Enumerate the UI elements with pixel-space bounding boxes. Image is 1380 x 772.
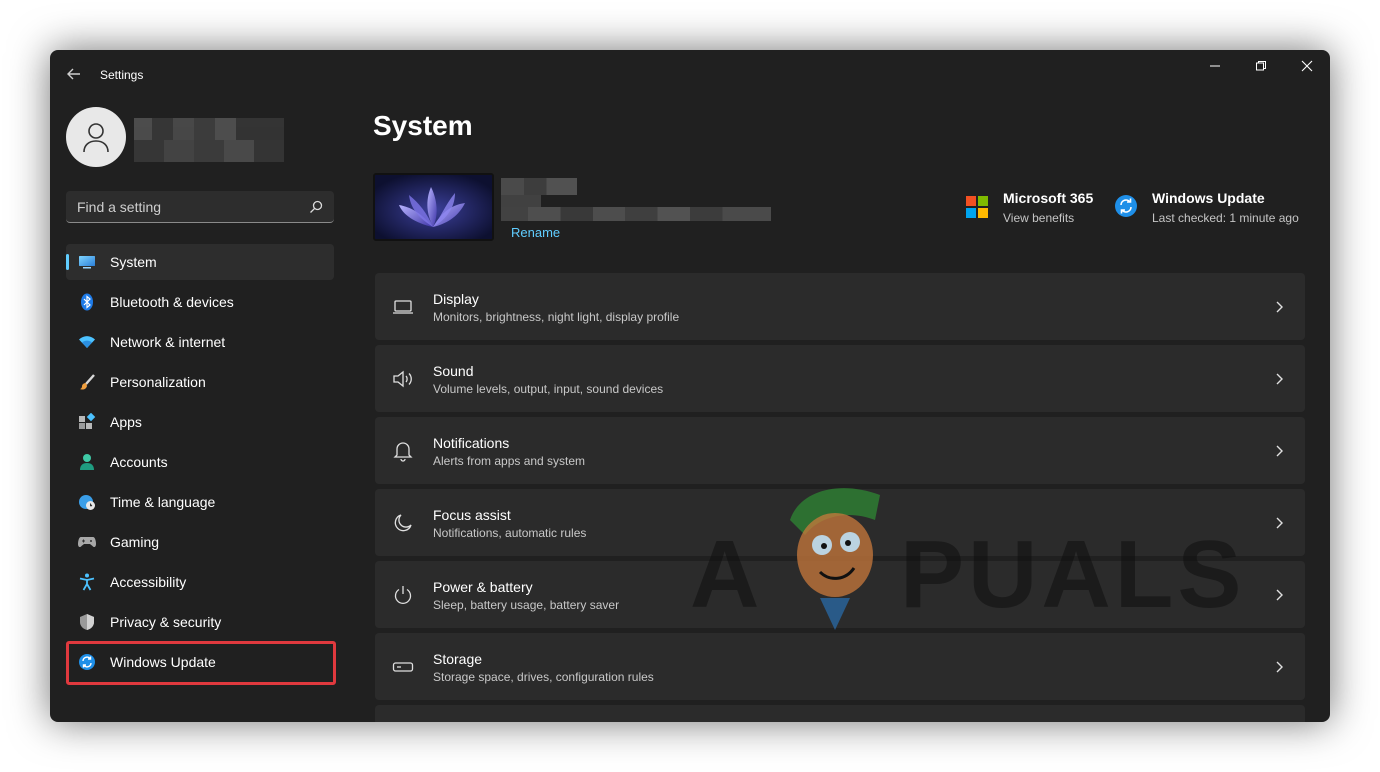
- close-button[interactable]: [1284, 56, 1330, 76]
- card-title: Storage: [433, 651, 483, 667]
- sidebar-item-label: Gaming: [110, 534, 160, 550]
- sidebar-item-bluetooth[interactable]: Bluetooth & devices: [66, 284, 334, 320]
- sync-icon: [1115, 195, 1137, 217]
- windows-update-subtitle: Last checked: 1 minute ago: [1152, 211, 1299, 225]
- person-icon: [83, 123, 109, 153]
- windows-update-title: Windows Update: [1152, 190, 1265, 206]
- settings-card-list: Display Monitors, brightness, night ligh…: [375, 273, 1305, 722]
- microsoft-365-tile[interactable]: Microsoft 365 View benefits: [964, 188, 1104, 232]
- sidebar-item-label: Windows Update: [110, 654, 216, 670]
- card-storage[interactable]: Storage Storage space, drives, configura…: [375, 633, 1305, 700]
- bloom-wallpaper-image: [375, 175, 492, 239]
- card-title: Focus assist: [433, 507, 511, 523]
- card-subtitle: Monitors, brightness, night light, displ…: [433, 310, 680, 324]
- drive-icon: [391, 655, 415, 679]
- card-partial-next[interactable]: [375, 705, 1305, 722]
- search-input[interactable]: Find a setting: [77, 199, 161, 215]
- restore-button[interactable]: [1238, 56, 1284, 76]
- sidebar-nav: System Bluetooth & devices Network & int…: [66, 244, 334, 684]
- chevron-right-icon: [1276, 589, 1283, 601]
- back-button[interactable]: [64, 64, 84, 84]
- search-icon[interactable]: [308, 199, 324, 215]
- card-subtitle: Sleep, battery usage, battery saver: [433, 598, 620, 612]
- card-power-battery[interactable]: Power & battery Sleep, battery usage, ba…: [375, 561, 1305, 628]
- card-title: Display: [433, 291, 479, 307]
- settings-window: Settings Find a setting System Bluetooth…: [50, 50, 1330, 722]
- blurred-device-name: [501, 178, 577, 195]
- sidebar-item-label: System: [110, 254, 157, 270]
- chevron-right-icon: [1276, 517, 1283, 529]
- card-subtitle: Alerts from apps and system: [433, 454, 586, 468]
- sidebar-item-windows-update[interactable]: Windows Update: [66, 644, 334, 680]
- avatar[interactable]: [66, 107, 126, 167]
- card-notifications[interactable]: Notifications Alerts from apps and syste…: [375, 417, 1305, 484]
- sidebar-item-label: Accounts: [110, 454, 168, 470]
- card-focus-assist[interactable]: Focus assist Notifications, automatic ru…: [375, 489, 1305, 556]
- sidebar-item-apps[interactable]: Apps: [66, 404, 334, 440]
- card-subtitle: Notifications, automatic rules: [433, 526, 587, 540]
- card-title: Notifications: [433, 435, 510, 451]
- card-subtitle: Storage space, drives, configuration rul…: [433, 670, 654, 684]
- sync-icon: [78, 653, 96, 671]
- chevron-right-icon: [1276, 661, 1283, 673]
- chevron-right-icon: [1276, 445, 1283, 457]
- card-title: Power & battery: [433, 579, 533, 595]
- sidebar-item-label: Personalization: [110, 374, 206, 390]
- sidebar-item-accounts[interactable]: Accounts: [66, 444, 334, 480]
- restore-icon: [1256, 61, 1266, 71]
- sidebar-item-network[interactable]: Network & internet: [66, 324, 334, 360]
- power-icon: [391, 583, 415, 607]
- bell-icon: [391, 439, 415, 463]
- search-box[interactable]: Find a setting: [66, 191, 334, 223]
- windows-update-tile[interactable]: Windows Update Last checked: 1 minute ag…: [1114, 188, 1314, 232]
- blurred-device-model: [501, 207, 771, 221]
- sidebar-item-label: Accessibility: [110, 574, 187, 590]
- monitor-icon: [391, 295, 415, 319]
- blurred-device-name-part: [501, 195, 541, 207]
- microsoft-logo-icon: [966, 196, 988, 218]
- sidebar-item-gaming[interactable]: Gaming: [66, 524, 334, 560]
- sidebar-item-privacy-security[interactable]: Privacy & security: [66, 604, 334, 640]
- microsoft-365-title: Microsoft 365: [1003, 190, 1094, 206]
- minimize-icon: [1210, 65, 1220, 67]
- card-sound[interactable]: Sound Volume levels, output, input, soun…: [375, 345, 1305, 412]
- apps-icon: [78, 413, 96, 431]
- minimize-button[interactable]: [1192, 56, 1238, 76]
- sidebar-item-label: Privacy & security: [110, 614, 222, 630]
- system-display-icon: [78, 253, 96, 271]
- brush-icon: [78, 373, 96, 391]
- device-wallpaper-thumbnail: [373, 173, 494, 241]
- sidebar-item-label: Bluetooth & devices: [110, 294, 234, 310]
- shield-icon: [78, 613, 96, 631]
- chevron-right-icon: [1276, 373, 1283, 385]
- gamepad-icon: [78, 533, 96, 551]
- moon-icon: [391, 511, 415, 535]
- card-title: Sound: [433, 363, 474, 379]
- person-icon: [78, 453, 96, 471]
- sidebar-item-system[interactable]: System: [66, 244, 334, 280]
- accessibility-icon: [78, 573, 96, 591]
- sidebar-item-personalization[interactable]: Personalization: [66, 364, 334, 400]
- rename-link[interactable]: Rename: [511, 225, 560, 240]
- blurred-user-name: [134, 118, 284, 162]
- app-title: Settings: [100, 68, 144, 82]
- title-bar: Settings: [50, 50, 1330, 98]
- wifi-icon: [78, 333, 96, 351]
- sidebar-item-label: Time & language: [110, 494, 216, 510]
- sidebar-item-label: Apps: [110, 414, 142, 430]
- chevron-right-icon: [1276, 301, 1283, 313]
- page-title: System: [373, 110, 473, 141]
- card-subtitle: Volume levels, output, input, sound devi…: [433, 382, 664, 396]
- back-arrow-icon: [67, 68, 80, 80]
- close-icon: [1301, 60, 1313, 72]
- screenshot-canvas: Settings Find a setting System Bluetooth…: [0, 0, 1380, 772]
- sidebar-item-label: Network & internet: [110, 334, 226, 350]
- bluetooth-icon: [78, 293, 96, 311]
- globe-clock-icon: [78, 493, 96, 511]
- speaker-icon: [391, 367, 415, 391]
- microsoft-365-subtitle: View benefits: [1003, 211, 1075, 225]
- sidebar-item-time-language[interactable]: Time & language: [66, 484, 334, 520]
- sidebar-item-accessibility[interactable]: Accessibility: [66, 564, 334, 600]
- card-display[interactable]: Display Monitors, brightness, night ligh…: [375, 273, 1305, 340]
